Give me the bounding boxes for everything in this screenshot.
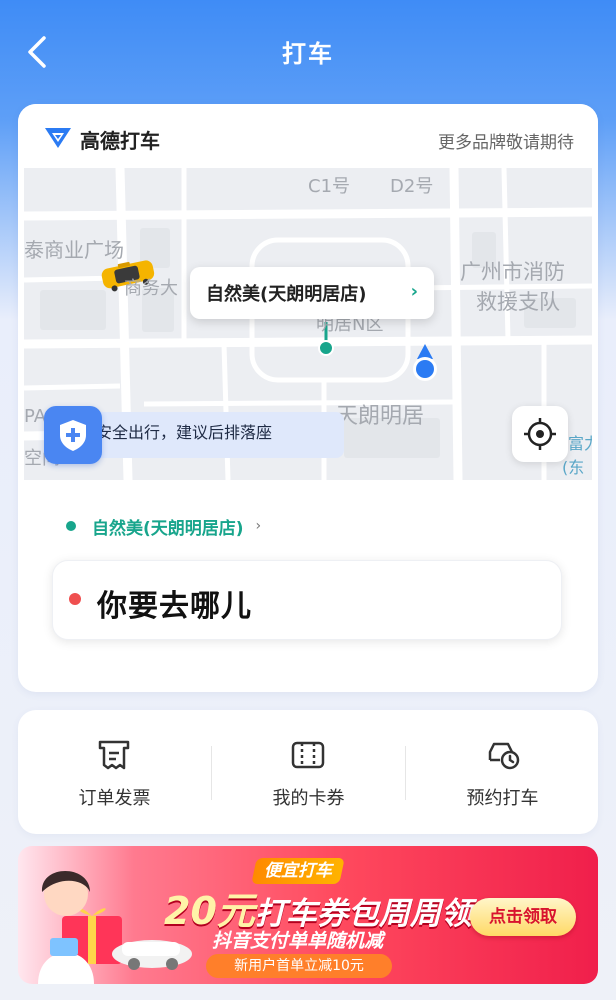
map-label-business: 商务大: [124, 278, 178, 299]
safety-tip-banner: 安全出行，建议后排落座: [44, 406, 344, 464]
shield-icon: [44, 406, 102, 464]
my-coupons-label: 我的卡券: [272, 788, 345, 809]
coupon-card-icon: [291, 741, 325, 769]
order-invoice-button[interactable]: 订单发票: [18, 728, 211, 818]
chevron-right-icon: ›: [410, 281, 418, 302]
map-label-fire-station-1: 广州市消防: [460, 260, 565, 284]
pickup-point-label: 自然美(天朗明居店): [206, 284, 367, 305]
invoice-icon: [98, 740, 130, 770]
brand-row: 高德打车 更多品牌敬请期待: [18, 104, 598, 168]
origin-label: 自然美(天朗明居店): [92, 518, 244, 539]
amap-logo-icon: [45, 128, 71, 148]
header: 打车: [0, 0, 616, 104]
origin-selector[interactable]: 自然美(天朗明居店) ›: [66, 512, 261, 540]
crosshair-icon: [524, 418, 556, 450]
safety-tip-text: 安全出行，建议后排落座: [96, 423, 273, 442]
brand-more-text: 更多品牌敬请期待: [438, 133, 574, 153]
brand-name: 高德打车: [80, 129, 160, 153]
destination-dot-icon: [69, 593, 81, 605]
claim-button[interactable]: 点击领取: [470, 898, 576, 936]
map-label-plaza: 泰商业广场: [24, 238, 124, 262]
page-title: 打车: [282, 40, 334, 68]
scheduled-car-icon: [488, 742, 520, 770]
my-coupons-button[interactable]: 我的卡券: [212, 728, 405, 818]
ride-card: 高德打车 更多品牌敬请期待 C1号 D2号 泰商业广场 商务大 广州市消防 救援…: [18, 104, 598, 692]
map-view[interactable]: C1号 D2号 泰商业广场 商务大 广州市消防 救援支队 明居N区 天朗明居 P…: [24, 168, 592, 480]
schedule-ride-label: 预约打车: [466, 788, 539, 809]
promo-new-user-pill: 新用户首单立减10元: [206, 954, 392, 978]
promo-subline: 抖音支付单单随机减: [212, 930, 384, 952]
destination-placeholder: 你要去哪儿: [97, 589, 252, 624]
origin-dot-icon: [66, 521, 76, 531]
map-label-fire-station-2: 救援支队: [476, 290, 560, 314]
map-label-pa: PA: [24, 406, 47, 427]
chevron-right-icon: ›: [255, 518, 262, 534]
quick-actions: 订单发票 我的卡券 预约打车: [18, 710, 598, 834]
order-invoice-label: 订单发票: [78, 788, 151, 809]
map-label-c1: C1号: [308, 176, 351, 197]
map-label-right-1: 富力: [568, 434, 592, 453]
map-label-tianlang: 天朗明居: [336, 404, 425, 429]
destination-input[interactable]: 你要去哪儿: [52, 560, 562, 640]
locate-me-button[interactable]: [512, 406, 568, 462]
map-label-d2: D2号: [390, 176, 434, 197]
pickup-point-bubble[interactable]: 自然美(天朗明居店) ›: [190, 267, 434, 319]
promo-banner[interactable]: 便宜打车 20元打车券包周周领 抖音支付单单随机减 新用户首单立减10元 点击领…: [18, 846, 598, 984]
schedule-ride-button[interactable]: 预约打车: [406, 728, 599, 818]
